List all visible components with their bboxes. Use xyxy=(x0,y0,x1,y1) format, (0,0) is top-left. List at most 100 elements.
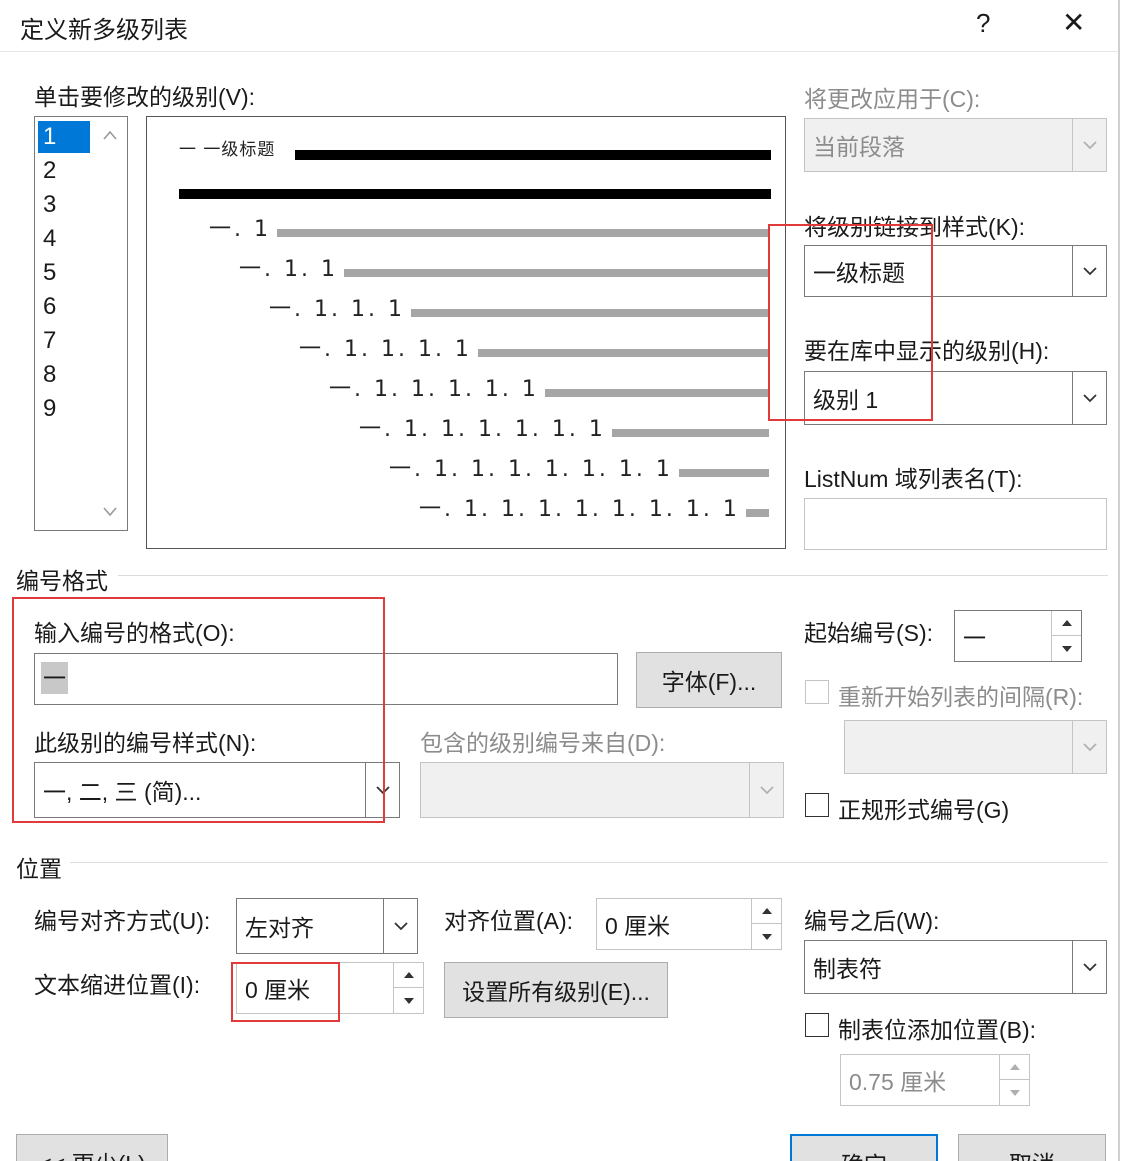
preview-line-bar xyxy=(612,429,769,437)
scroll-up-icon[interactable] xyxy=(102,129,118,141)
spin-up-icon xyxy=(1000,1055,1029,1080)
ok-button[interactable]: 确定 xyxy=(790,1134,938,1161)
number-format-separator xyxy=(118,575,1108,576)
chevron-down-icon xyxy=(1082,963,1097,972)
preview-pane: 一 一级标题 一. 1 一. 1. 1 一. 1. 1. 1 一. 1. 1. 1. … xyxy=(146,116,786,549)
link-style-value: 一级标题 xyxy=(813,260,905,286)
preview-full-bar xyxy=(179,189,771,199)
preview-line-number: 一. 1. 1. 1. 1. 1 xyxy=(329,377,539,402)
start-at-spin[interactable] xyxy=(1051,611,1081,661)
format-value: 一 xyxy=(41,662,68,694)
align-dropdown[interactable]: 左对齐 xyxy=(236,898,418,954)
align-at-value: 0 厘米 xyxy=(605,913,671,939)
indent-spinner[interactable]: 0 厘米 xyxy=(236,962,424,1014)
align-at-label: 对齐位置(A): xyxy=(444,908,574,934)
chevron-down-icon xyxy=(1082,743,1097,752)
help-button[interactable]: ? xyxy=(976,8,990,39)
preview-line-number: 一. 1. 1. 1 xyxy=(269,297,405,322)
gallery-level-value: 级别 1 xyxy=(813,387,879,413)
font-button[interactable]: 字体(F)... xyxy=(636,652,782,708)
window-edge xyxy=(1118,0,1120,1161)
level-list[interactable]: 123456789 xyxy=(34,116,128,531)
indent-label: 文本缩进位置(I): xyxy=(34,972,201,998)
number-style-label: 此级别的编号样式(N): xyxy=(34,730,257,756)
start-at-spinner[interactable]: 一 xyxy=(954,610,1082,662)
level-list-item[interactable]: 1 xyxy=(39,121,89,153)
chevron-down-icon xyxy=(393,922,408,931)
tab-stop-label: 制表位添加位置(B): xyxy=(838,1017,1037,1043)
follow-number-dropdown[interactable]: 制表符 xyxy=(804,940,1107,994)
link-style-label: 将级别链接到样式(K): xyxy=(804,214,1026,240)
legal-numbering-label: 正规形式编号(G) xyxy=(838,797,1010,823)
level-list-item[interactable]: 6 xyxy=(39,291,89,323)
legal-numbering-checkbox[interactable] xyxy=(805,793,829,817)
chevron-down-icon xyxy=(1082,394,1097,403)
include-level-dropdown xyxy=(420,762,784,818)
align-arrow[interactable] xyxy=(383,899,417,953)
gallery-level-label: 要在库中显示的级别(H): xyxy=(804,338,1050,364)
tab-stop-spinner: 0.75 厘米 xyxy=(840,1054,1030,1106)
align-at-spinner[interactable]: 0 厘米 xyxy=(596,898,782,950)
cancel-button[interactable]: 取消 xyxy=(958,1134,1106,1161)
apply-to-value: 当前段落 xyxy=(813,134,905,160)
level-list-item[interactable]: 5 xyxy=(39,257,89,289)
chevron-down-icon xyxy=(1082,141,1097,150)
level-list-scrollbar[interactable] xyxy=(93,117,127,530)
tab-stop-checkbox[interactable] xyxy=(805,1013,829,1037)
level-list-item[interactable]: 3 xyxy=(39,189,89,221)
preview-line-number: 一. 1. 1. 1. 1 xyxy=(299,337,472,362)
scroll-down-icon[interactable] xyxy=(102,506,118,518)
preview-line-bar xyxy=(478,349,769,357)
level-list-item[interactable]: 2 xyxy=(39,155,89,187)
chevron-down-icon xyxy=(759,786,774,795)
title-bar: 定义新多级列表 ? ✕ xyxy=(0,0,1120,52)
preview-line-bar xyxy=(679,469,769,477)
align-at-spin[interactable] xyxy=(751,899,781,949)
spin-down-icon[interactable] xyxy=(752,924,781,949)
level-list-item[interactable]: 4 xyxy=(39,223,89,255)
set-all-levels-button[interactable]: 设置所有级别(E)... xyxy=(444,962,668,1018)
position-separator xyxy=(70,862,1108,863)
restart-arrow xyxy=(1072,721,1106,773)
start-at-label: 起始编号(S): xyxy=(804,620,934,646)
level-list-item[interactable]: 9 xyxy=(39,393,89,425)
follow-number-label: 编号之后(W): xyxy=(804,908,940,934)
link-style-dropdown[interactable]: 一级标题 xyxy=(804,245,1107,297)
gallery-level-dropdown[interactable]: 级别 1 xyxy=(804,371,1107,425)
dialog-title: 定义新多级列表 xyxy=(20,17,188,44)
spin-down-icon[interactable] xyxy=(1052,636,1081,661)
restart-checkbox xyxy=(805,680,829,704)
preview-line-number: 一. 1. 1. 1. 1. 1. 1. 1 xyxy=(389,457,673,482)
format-input[interactable]: 一 xyxy=(34,653,618,705)
level-list-item[interactable]: 8 xyxy=(39,359,89,391)
chevron-down-icon xyxy=(1082,267,1097,276)
indent-spin[interactable] xyxy=(393,963,423,1013)
position-section-title: 位置 xyxy=(16,856,62,882)
spin-up-icon[interactable] xyxy=(1052,611,1081,636)
preview-line-bar xyxy=(411,309,769,317)
spin-up-icon[interactable] xyxy=(752,899,781,924)
tab-stop-value: 0.75 厘米 xyxy=(849,1069,947,1095)
start-at-value: 一 xyxy=(963,625,986,651)
less-button[interactable]: << 更少(L) xyxy=(16,1134,168,1161)
tab-stop-spin xyxy=(999,1055,1029,1105)
preview-line-number: 一. 1 xyxy=(209,217,271,242)
link-style-arrow[interactable] xyxy=(1072,246,1106,296)
listnum-input[interactable] xyxy=(804,498,1107,550)
close-button[interactable]: ✕ xyxy=(1062,6,1085,39)
number-style-dropdown[interactable]: 一, 二, 三 (简)... xyxy=(34,762,400,818)
include-level-label: 包含的级别编号来自(D): xyxy=(420,730,666,756)
gallery-level-arrow[interactable] xyxy=(1072,372,1106,424)
number-format-section-title: 编号格式 xyxy=(16,568,108,594)
preview-line-bar xyxy=(746,509,769,517)
spin-up-icon[interactable] xyxy=(394,963,423,988)
spin-down-icon[interactable] xyxy=(394,988,423,1013)
indent-value: 0 厘米 xyxy=(245,977,311,1003)
chevron-down-icon xyxy=(375,786,390,795)
number-style-arrow[interactable] xyxy=(365,763,399,817)
include-level-arrow xyxy=(749,763,783,817)
follow-number-arrow[interactable] xyxy=(1072,941,1106,993)
preview-line-number: 一. 1. 1 xyxy=(239,257,338,282)
level-list-item[interactable]: 7 xyxy=(39,325,89,357)
preview-heading-bar xyxy=(295,150,771,160)
